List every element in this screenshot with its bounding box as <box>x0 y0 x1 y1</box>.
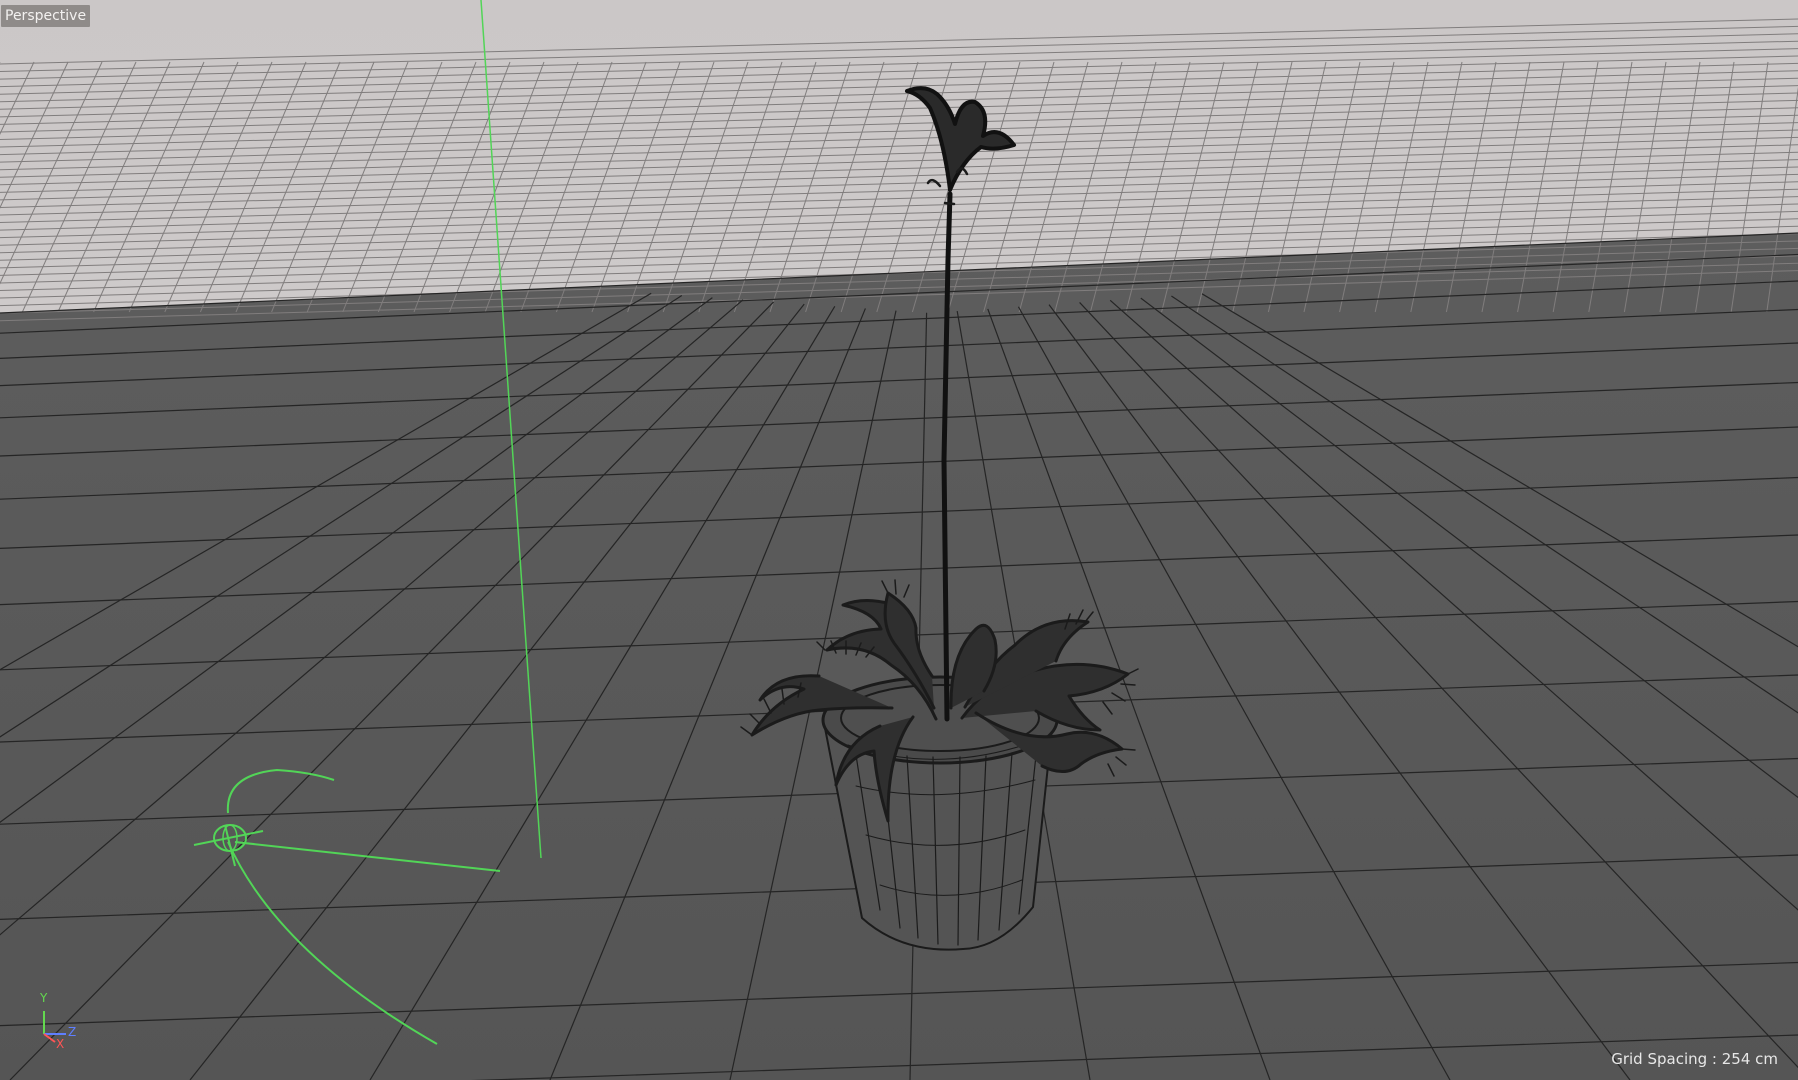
axis-orientation-gizmo: Y Z X <box>34 992 94 1052</box>
x-axis-label: X <box>56 1037 65 1051</box>
viewport-scene[interactable] <box>0 0 1798 1080</box>
viewport-name-label[interactable]: Perspective <box>1 5 91 27</box>
z-axis-label: Z <box>68 1025 77 1039</box>
grid-spacing-readout: Grid Spacing : 254 cm <box>1611 1050 1778 1068</box>
x-axis-line <box>43 1033 56 1043</box>
y-axis-label: Y <box>40 991 48 1005</box>
perspective-viewport[interactable]: Perspective Y Z X Grid Spacing : 254 cm <box>0 0 1798 1080</box>
